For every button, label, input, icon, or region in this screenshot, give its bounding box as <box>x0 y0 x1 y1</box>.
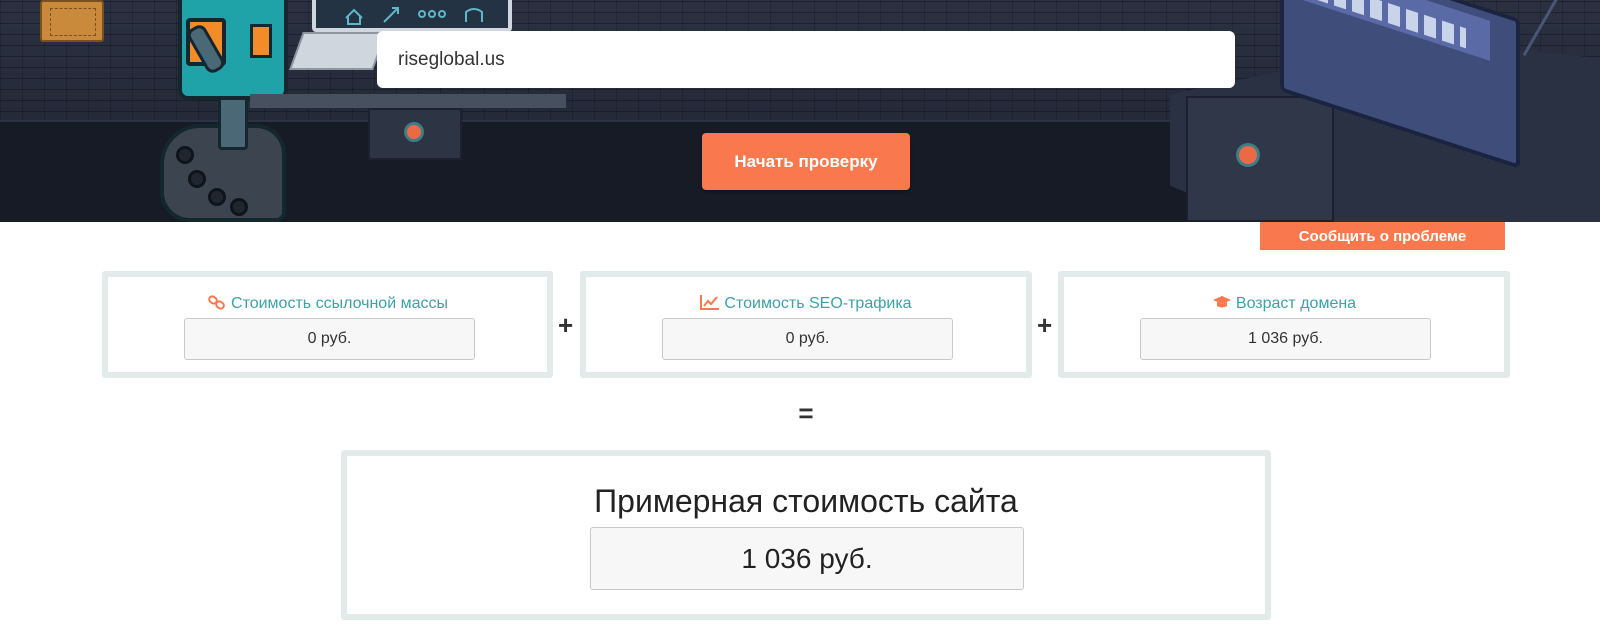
metric-title: Возраст домена <box>1064 294 1504 313</box>
desk-illustration <box>250 94 566 108</box>
robot-wheel <box>188 170 206 188</box>
graduation-cap-icon <box>1212 296 1231 308</box>
metric-title: Стоимость SEO-трафика <box>586 294 1026 313</box>
robot-wheel <box>208 188 226 206</box>
plus-sign: + <box>1037 310 1053 340</box>
total-value: 1 036 руб. <box>590 527 1024 590</box>
circuit-board-illustration <box>40 0 104 42</box>
robot-wheel <box>230 198 248 216</box>
metric-value: 0 руб. <box>662 318 953 360</box>
plus-sign: + <box>558 310 574 340</box>
robot-wheel <box>176 146 194 164</box>
indicator-light-icon <box>404 122 424 142</box>
metric-value: 1 036 руб. <box>1140 318 1431 360</box>
antenna-illustration <box>1522 0 1561 57</box>
start-check-button[interactable]: Начать проверку <box>702 133 910 190</box>
metric-card-seo-traffic: Стоимость SEO-трафика 0 руб. <box>580 271 1032 378</box>
metric-card-domain-age: Возраст домена 1 036 руб. <box>1058 271 1510 378</box>
metric-label: Возраст домена <box>1235 295 1357 312</box>
robot-eye-illustration <box>250 24 272 58</box>
metric-card-backlinks: Стоимость ссылочной массы 0 руб. <box>102 271 553 378</box>
metric-label: Стоимость ссылочной массы <box>231 295 448 312</box>
report-problem-button[interactable]: Сообщить о проблеме <box>1260 222 1505 250</box>
url-input[interactable] <box>377 31 1235 88</box>
laptop-keyboard-illustration <box>289 32 387 70</box>
laptop-icons <box>345 7 483 25</box>
machine-cabinet-illustration <box>1186 96 1334 222</box>
link-icon <box>208 295 225 310</box>
total-title: Примерная стоимость сайта <box>594 483 1018 519</box>
chart-line-icon <box>700 295 720 310</box>
metric-label: Стоимость SEO-трафика <box>724 295 912 312</box>
robot-neck-illustration <box>218 96 248 150</box>
metric-value: 0 руб. <box>184 318 475 360</box>
total-estimate-card: Примерная стоимость сайта 1 036 руб. <box>341 450 1271 620</box>
indicator-light-icon <box>1236 143 1260 167</box>
equals-sign: = <box>798 398 814 428</box>
laptop-screen-illustration <box>312 0 512 32</box>
metric-title: Стоимость ссылочной массы <box>108 294 547 313</box>
